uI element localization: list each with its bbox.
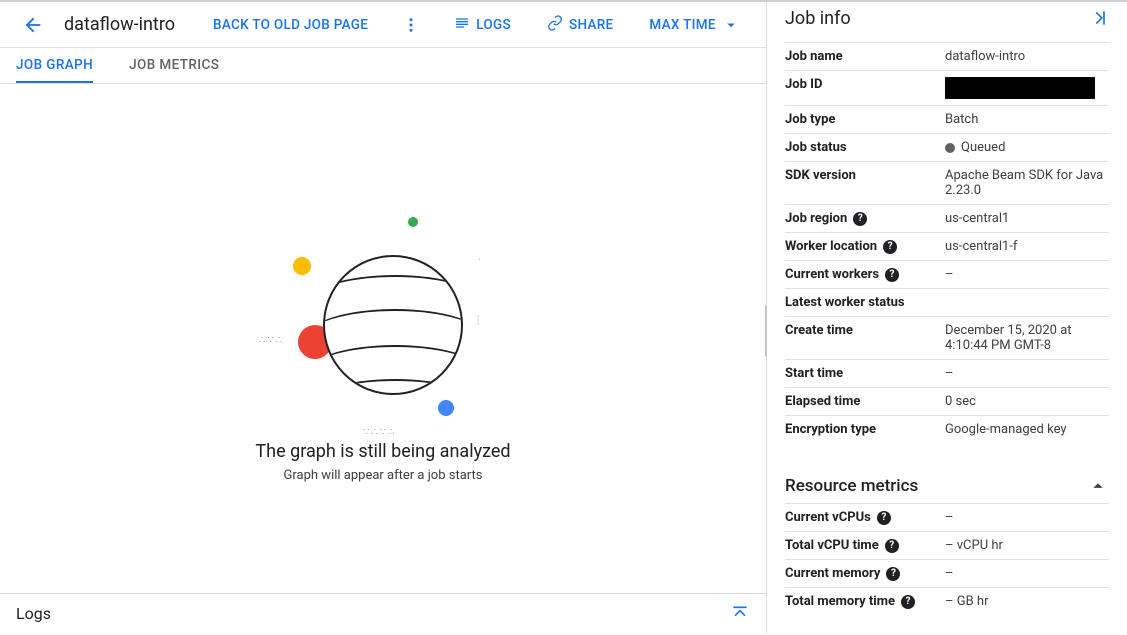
value-create-time: December 15, 2020 at 4:10:44 PM GMT-8	[945, 323, 1109, 353]
main-panel: dataflow-intro BACK TO OLD JOB PAGE LOGS…	[0, 2, 767, 633]
logs-label: LOGS	[476, 17, 511, 33]
label-create-time: Create time	[785, 323, 945, 338]
row-job-id: Job ID	[785, 70, 1109, 105]
value-sdk-version: Apache Beam SDK for Java 2.23.0	[945, 168, 1109, 198]
value-job-status: Queued	[961, 140, 1005, 155]
value-total-vcpu-time: – vCPU hr	[945, 538, 1109, 553]
label-job-name: Job name	[785, 49, 945, 64]
logs-bar[interactable]: Logs	[0, 593, 766, 633]
help-icon[interactable]: ?	[883, 240, 897, 254]
side-panel-header: Job info	[767, 2, 1127, 34]
row-job-region: Job region ? us-central1	[785, 204, 1109, 232]
label-job-status: Job status	[785, 140, 945, 155]
help-icon[interactable]: ?	[886, 567, 900, 581]
resource-metrics-toggle[interactable]: Resource metrics	[785, 475, 1109, 497]
resource-metrics-title: Resource metrics	[785, 476, 918, 496]
tab-bar: JOB GRAPH JOB METRICS	[0, 48, 766, 84]
value-total-memory-time: – GB hr	[945, 594, 1109, 609]
value-job-name: dataflow-intro	[945, 49, 1109, 64]
label-job-region: Job region	[785, 211, 847, 226]
value-elapsed-time: 0 sec	[945, 394, 1109, 409]
value-job-region: us-central1	[945, 211, 1109, 226]
scroll-indicator	[765, 305, 767, 357]
chevron-up-icon	[1087, 475, 1109, 497]
side-panel: Job info Job name dataflow-intro Job ID …	[767, 2, 1127, 633]
row-worker-location: Worker location ? us-central1-f	[785, 232, 1109, 260]
help-icon[interactable]: ?	[877, 511, 891, 525]
label-current-memory: Current memory	[785, 566, 880, 581]
row-sdk-version: SDK version Apache Beam SDK for Java 2.2…	[785, 161, 1109, 204]
status-dot-icon	[945, 143, 955, 153]
row-current-workers: Current workers ? –	[785, 260, 1109, 288]
back-arrow-icon[interactable]	[16, 8, 50, 42]
label-total-vcpu-time: Total vCPU time	[785, 538, 879, 553]
max-time-dropdown[interactable]: MAX TIME	[641, 10, 747, 40]
graph-area: ∴∵∴ · ∵∴∵∴ ⋮ The graph is still being an…	[0, 84, 766, 593]
value-current-vcpus: –	[945, 510, 1109, 525]
topbar: dataflow-intro BACK TO OLD JOB PAGE LOGS…	[0, 2, 766, 48]
page-title: dataflow-intro	[64, 14, 175, 35]
help-icon[interactable]: ?	[901, 595, 915, 609]
row-job-status: Job status Queued	[785, 133, 1109, 161]
row-latest-worker-status: Latest worker status	[785, 288, 1109, 316]
logs-expand-icon[interactable]	[730, 604, 750, 624]
label-sdk-version: SDK version	[785, 168, 945, 183]
label-current-workers: Current workers	[785, 267, 879, 282]
share-button[interactable]: SHARE	[539, 9, 621, 41]
label-total-memory-time: Total memory time	[785, 594, 895, 609]
logs-button[interactable]: LOGS	[446, 9, 519, 41]
row-job-name: Job name dataflow-intro	[785, 42, 1109, 70]
share-label: SHARE	[569, 17, 613, 33]
help-icon[interactable]: ?	[885, 268, 899, 282]
row-current-memory: Current memory ? –	[785, 559, 1109, 587]
logs-bar-title: Logs	[16, 604, 51, 623]
chevron-down-icon	[722, 16, 740, 34]
row-job-type: Job type Batch	[785, 105, 1109, 133]
row-total-memory-time: Total memory time ? – GB hr	[785, 587, 1109, 615]
back-to-old-link[interactable]: BACK TO OLD JOB PAGE	[205, 11, 376, 39]
label-latest-worker-status: Latest worker status	[785, 295, 945, 310]
logs-icon	[454, 15, 470, 35]
help-icon[interactable]: ?	[853, 212, 867, 226]
label-encryption-type: Encryption type	[785, 422, 945, 437]
tab-job-graph[interactable]: JOB GRAPH	[16, 48, 93, 83]
row-total-vcpu-time: Total vCPU time ? – vCPU hr	[785, 531, 1109, 559]
max-time-label: MAX TIME	[649, 17, 715, 33]
row-create-time: Create time December 15, 2020 at 4:10:44…	[785, 316, 1109, 359]
side-panel-title: Job info	[785, 8, 851, 29]
value-job-id-redacted	[945, 77, 1095, 99]
row-start-time: Start time –	[785, 359, 1109, 387]
collapse-panel-icon[interactable]	[1089, 8, 1109, 28]
overflow-menu-icon[interactable]	[396, 10, 426, 40]
label-job-type: Job type	[785, 112, 945, 127]
row-elapsed-time: Elapsed time 0 sec	[785, 387, 1109, 415]
label-worker-location: Worker location	[785, 239, 877, 254]
placeholder-illustration: ∴∵∴ · ∵∴∵∴ ⋮	[263, 195, 503, 435]
value-current-memory: –	[945, 566, 1109, 581]
label-start-time: Start time	[785, 366, 945, 381]
value-encryption-type: Google-managed key	[945, 422, 1109, 437]
graph-placeholder-subtitle: Graph will appear after a job starts	[284, 468, 483, 483]
label-job-id: Job ID	[785, 77, 945, 92]
row-encryption-type: Encryption type Google-managed key	[785, 415, 1109, 443]
label-elapsed-time: Elapsed time	[785, 394, 945, 409]
label-current-vcpus: Current vCPUs	[785, 510, 871, 525]
tab-job-metrics[interactable]: JOB METRICS	[129, 48, 219, 83]
row-current-vcpus: Current vCPUs ? –	[785, 503, 1109, 531]
value-job-type: Batch	[945, 112, 1109, 127]
value-start-time: –	[945, 366, 1109, 381]
help-icon[interactable]: ?	[885, 539, 899, 553]
value-current-workers: –	[945, 267, 1109, 282]
share-icon	[547, 15, 563, 35]
value-worker-location: us-central1-f	[945, 239, 1109, 254]
graph-placeholder-title: The graph is still being analyzed	[255, 441, 510, 462]
